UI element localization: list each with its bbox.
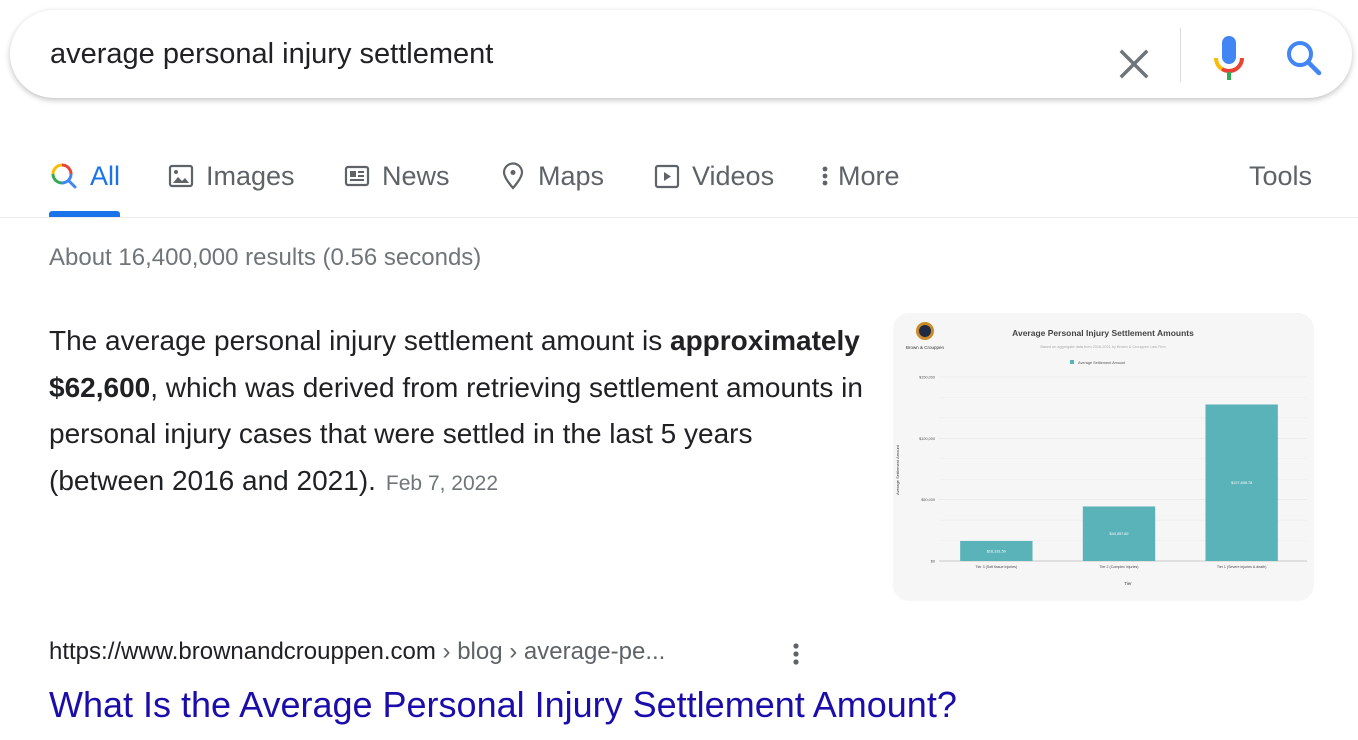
tab-label: All (90, 160, 121, 191)
bar-value-label: $127,608.78 (1231, 481, 1252, 485)
snippet-date: Feb 7, 2022 (385, 471, 499, 495)
featured-snippet-text: The average personal injury settlement a… (49, 318, 869, 507)
tools-button[interactable]: Tools (1249, 156, 1312, 196)
clear-search-button[interactable] (1114, 44, 1154, 84)
brand-logo: Brown & Crouppen (906, 322, 945, 350)
map-pin-icon (500, 162, 526, 190)
x-axis-label: Tier (1124, 581, 1132, 586)
x-tick-label: Tier 3 (Soft tissue injuries) (976, 565, 1018, 569)
search-tabs: All Images News Maps Videos More Tools (0, 140, 1358, 218)
voice-search-button[interactable] (1210, 34, 1248, 84)
tab-label: More (838, 160, 900, 191)
tab-maps[interactable]: Maps (500, 156, 604, 196)
search-bar (10, 10, 1352, 98)
search-input[interactable] (50, 32, 1050, 76)
chart-legend: Average Settlement Amount (1070, 360, 1126, 365)
legend-swatch (1070, 360, 1074, 364)
chart-title: Average Personal Injury Settlement Amoun… (1012, 328, 1194, 338)
tab-news[interactable]: News (344, 156, 450, 196)
result-url-domain: https://www.brownandcrouppen.com (49, 638, 436, 665)
search-multicolor-icon (50, 162, 78, 190)
play-box-icon (654, 163, 680, 189)
bar-chart: Brown & Crouppen Average Personal Injury… (895, 322, 1307, 586)
snippet-chart-image[interactable]: Brown & Crouppen Average Personal Injury… (893, 313, 1314, 601)
bar-value-label: $44,457.82 (1109, 532, 1128, 536)
tab-more[interactable]: More (820, 156, 900, 196)
logo-text: Brown & Crouppen (906, 345, 945, 350)
y-tick-label: $50,000 (921, 498, 935, 502)
search-icon (1287, 41, 1322, 76)
y-tick-label: $100,000 (919, 437, 935, 441)
result-stats: About 16,400,000 results (0.56 seconds) (49, 244, 482, 271)
y-tick-label: $150,000 (919, 376, 935, 380)
x-tick-label: Tier 2 (Complex injuries) (1099, 565, 1138, 569)
bar-value-label: $16,331.50 (987, 549, 1006, 553)
result-url-path: › blog › average-pe... (435, 638, 666, 665)
close-icon (1119, 49, 1149, 79)
tab-label: News (382, 160, 450, 191)
x-tick-label: Tier 1 (Severe injuries & death) (1217, 565, 1267, 569)
search-button[interactable] (1282, 36, 1326, 80)
image-icon (168, 163, 194, 189)
microphone-icon (1213, 36, 1245, 80)
tab-label: Videos (692, 160, 775, 191)
tab-label: Images (206, 160, 295, 191)
tab-images[interactable]: Images (168, 156, 295, 196)
vertical-dots-icon (793, 643, 799, 665)
search-bar-divider (1180, 28, 1181, 82)
tab-label: Maps (538, 160, 605, 191)
y-axis-label: Average Settlement Amount (895, 444, 900, 495)
result-title-link[interactable]: What Is the Average Personal Injury Sett… (49, 684, 957, 726)
active-tab-indicator (49, 211, 120, 217)
result-options-button[interactable] (786, 640, 806, 670)
newspaper-icon (344, 163, 370, 189)
chart-subtitle: Based on aggregate data from 2016-2021 b… (1040, 345, 1165, 349)
vertical-dots-icon (820, 163, 830, 189)
tab-videos[interactable]: Videos (654, 156, 774, 196)
tab-all[interactable]: All (50, 156, 120, 196)
snippet-text-before: The average personal injury settlement a… (49, 325, 670, 356)
y-tick-label: $0 (931, 560, 935, 564)
legend-label: Average Settlement Amount (1078, 361, 1126, 365)
result-url[interactable]: https://www.brownandcrouppen.com › blog … (49, 638, 665, 666)
